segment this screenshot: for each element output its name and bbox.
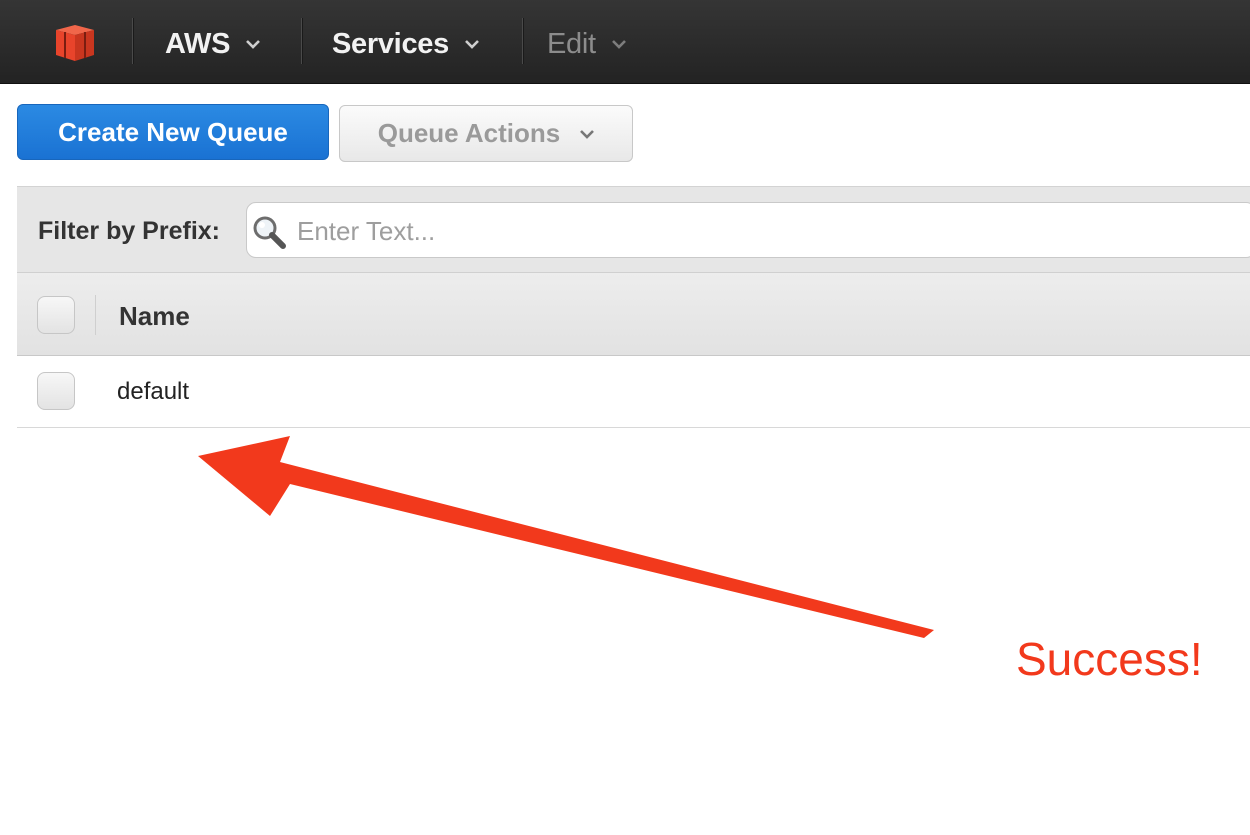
queue-actions-label: Queue Actions xyxy=(377,118,561,148)
nav-divider xyxy=(132,18,133,64)
aws-menu[interactable]: AWS xyxy=(165,24,261,64)
top-nav-bar: AWS Services Edit xyxy=(0,0,1250,84)
select-all-checkbox[interactable] xyxy=(37,296,75,334)
success-annotation: Success! xyxy=(1016,633,1203,685)
row-checkbox[interactable] xyxy=(37,372,75,410)
column-divider xyxy=(95,295,96,335)
filter-label: Filter by Prefix: xyxy=(38,217,220,245)
services-menu-label: Services xyxy=(332,27,449,60)
filter-input[interactable] xyxy=(297,211,1237,251)
filter-field[interactable] xyxy=(246,202,1250,258)
create-new-queue-button[interactable]: Create New Queue xyxy=(17,104,329,160)
chevron-down-icon xyxy=(580,129,595,139)
chevron-down-icon xyxy=(246,39,261,49)
create-new-queue-label: Create New Queue xyxy=(58,116,288,147)
edit-menu[interactable]: Edit xyxy=(547,24,626,64)
aws-cube-icon[interactable] xyxy=(52,22,98,62)
queue-actions-button[interactable]: Queue Actions xyxy=(339,105,633,162)
nav-divider xyxy=(522,18,523,64)
chevron-down-icon xyxy=(465,39,479,49)
services-menu[interactable]: Services xyxy=(332,24,479,64)
edit-menu-label: Edit xyxy=(547,27,596,60)
queue-name[interactable]: default xyxy=(117,378,189,406)
nav-divider xyxy=(301,18,302,64)
column-header-name[interactable]: Name xyxy=(119,301,190,332)
aws-menu-label: AWS xyxy=(165,27,231,60)
table-header: Name xyxy=(17,272,1250,356)
search-icon xyxy=(251,214,287,250)
table-row[interactable]: default xyxy=(17,356,1250,428)
filter-bar: Filter by Prefix: xyxy=(17,186,1250,272)
chevron-down-icon xyxy=(611,39,626,49)
